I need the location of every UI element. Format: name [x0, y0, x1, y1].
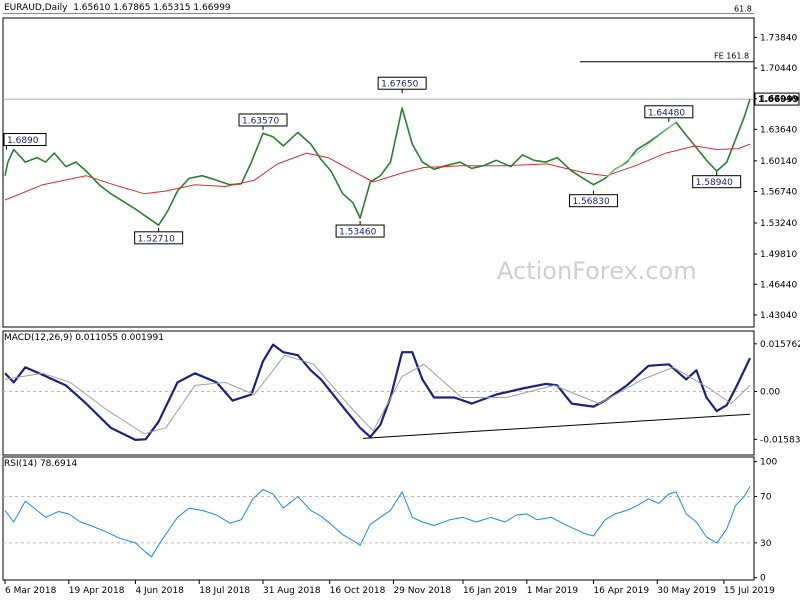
annotation-label: 1.53460	[339, 228, 376, 238]
macd-series	[4, 343, 751, 441]
macd-panel-frame	[2, 330, 755, 456]
price-ytick-label: 1.63640	[760, 125, 797, 135]
price-ytick-label: 1.43040	[760, 311, 797, 321]
x-tick-label: 15 Jul 2019	[724, 586, 775, 596]
annotation-label: 1.58940	[696, 178, 733, 188]
annotation-label: 1.64480	[648, 108, 685, 118]
x-tick-label: 29 Nov 2018	[393, 586, 451, 596]
annotation-label: 1.52710	[138, 234, 175, 244]
price-ytick-label: 1.53240	[760, 219, 797, 229]
x-tick-label: 16 Jan 2019	[463, 586, 517, 596]
watermark: ActionForex.com	[497, 257, 697, 285]
price-ytick-label: 1.56740	[760, 188, 797, 198]
price-series	[4, 98, 751, 226]
price-ytick-label: 1.49810	[760, 250, 797, 260]
rsi-ytick-label: 70	[760, 492, 772, 502]
annotation-label: 1.63570	[242, 116, 279, 126]
x-tick-label: 1 Mar 2019	[527, 586, 579, 596]
macd-series-signal	[4, 354, 751, 435]
fib-618-label: 61.8	[734, 4, 752, 13]
price-annotations: 1.6890 1.52710 1.63570 1.53460 1.67650 1.5683…	[3, 76, 742, 245]
macd-panel-title: MACD(12,26,9) 0.011055 0.001991	[4, 333, 164, 343]
x-tick-label: 19 Apr 2018	[69, 586, 125, 596]
rsi-ytick-label: 30	[760, 539, 772, 549]
price-grid: 61.8FE 161.81.66999	[3, 4, 800, 106]
chart-canvas: 61.8FE 161.81.66999 1.68901.527101.63570…	[2, 4, 800, 596]
x-tick-label: 4 Jun 2018	[135, 586, 184, 596]
price-ytick-label: 1.70440	[760, 64, 797, 74]
macd-ytick-label: 0.015762	[760, 340, 800, 350]
x-tick-label: 16 Apr 2019	[593, 586, 649, 596]
price-ytick-label: 1.67040	[760, 95, 797, 105]
annotation-label: 1.6890	[7, 136, 39, 146]
price-ytick-label: 1.73840	[760, 33, 797, 43]
price-ytick-label: 1.60140	[760, 157, 797, 167]
macd-ytick-label: 0.00	[760, 387, 780, 397]
rsi-ytick-label: 0	[760, 574, 766, 584]
rsi-series	[4, 486, 751, 558]
rsi-ytick-label: 100	[760, 458, 777, 468]
macd-ytick-label: -0.015834	[760, 435, 800, 445]
x-tick-label: 31 Aug 2018	[263, 586, 321, 596]
rsi-panel-title: RSI(14) 78.6914	[4, 459, 78, 469]
price-series-euraud	[4, 98, 751, 226]
x-tick-label: 16 Oct 2018	[330, 586, 386, 596]
rsi-series-rsi	[4, 486, 751, 558]
macd-series-macd	[4, 343, 751, 441]
macd-series-trendline	[362, 413, 751, 439]
panel-frames	[2, 17, 755, 581]
annotation-label: 1.67650	[381, 80, 418, 90]
x-tick-label: 30 May 2019	[657, 586, 716, 596]
price-panel-title: EURAUD,Daily 1.65610 1.67865 1.65315 1.6…	[4, 3, 231, 13]
annotation-label: 1.56830	[572, 197, 609, 207]
x-tick-label: 6 Mar 2018	[5, 586, 57, 596]
fe-1618-label: FE 161.8	[714, 52, 749, 61]
price-ytick-label: 1.46440	[760, 280, 797, 290]
x-tick-label: 18 Jul 2018	[199, 586, 250, 596]
price-series-trend	[606, 122, 677, 177]
